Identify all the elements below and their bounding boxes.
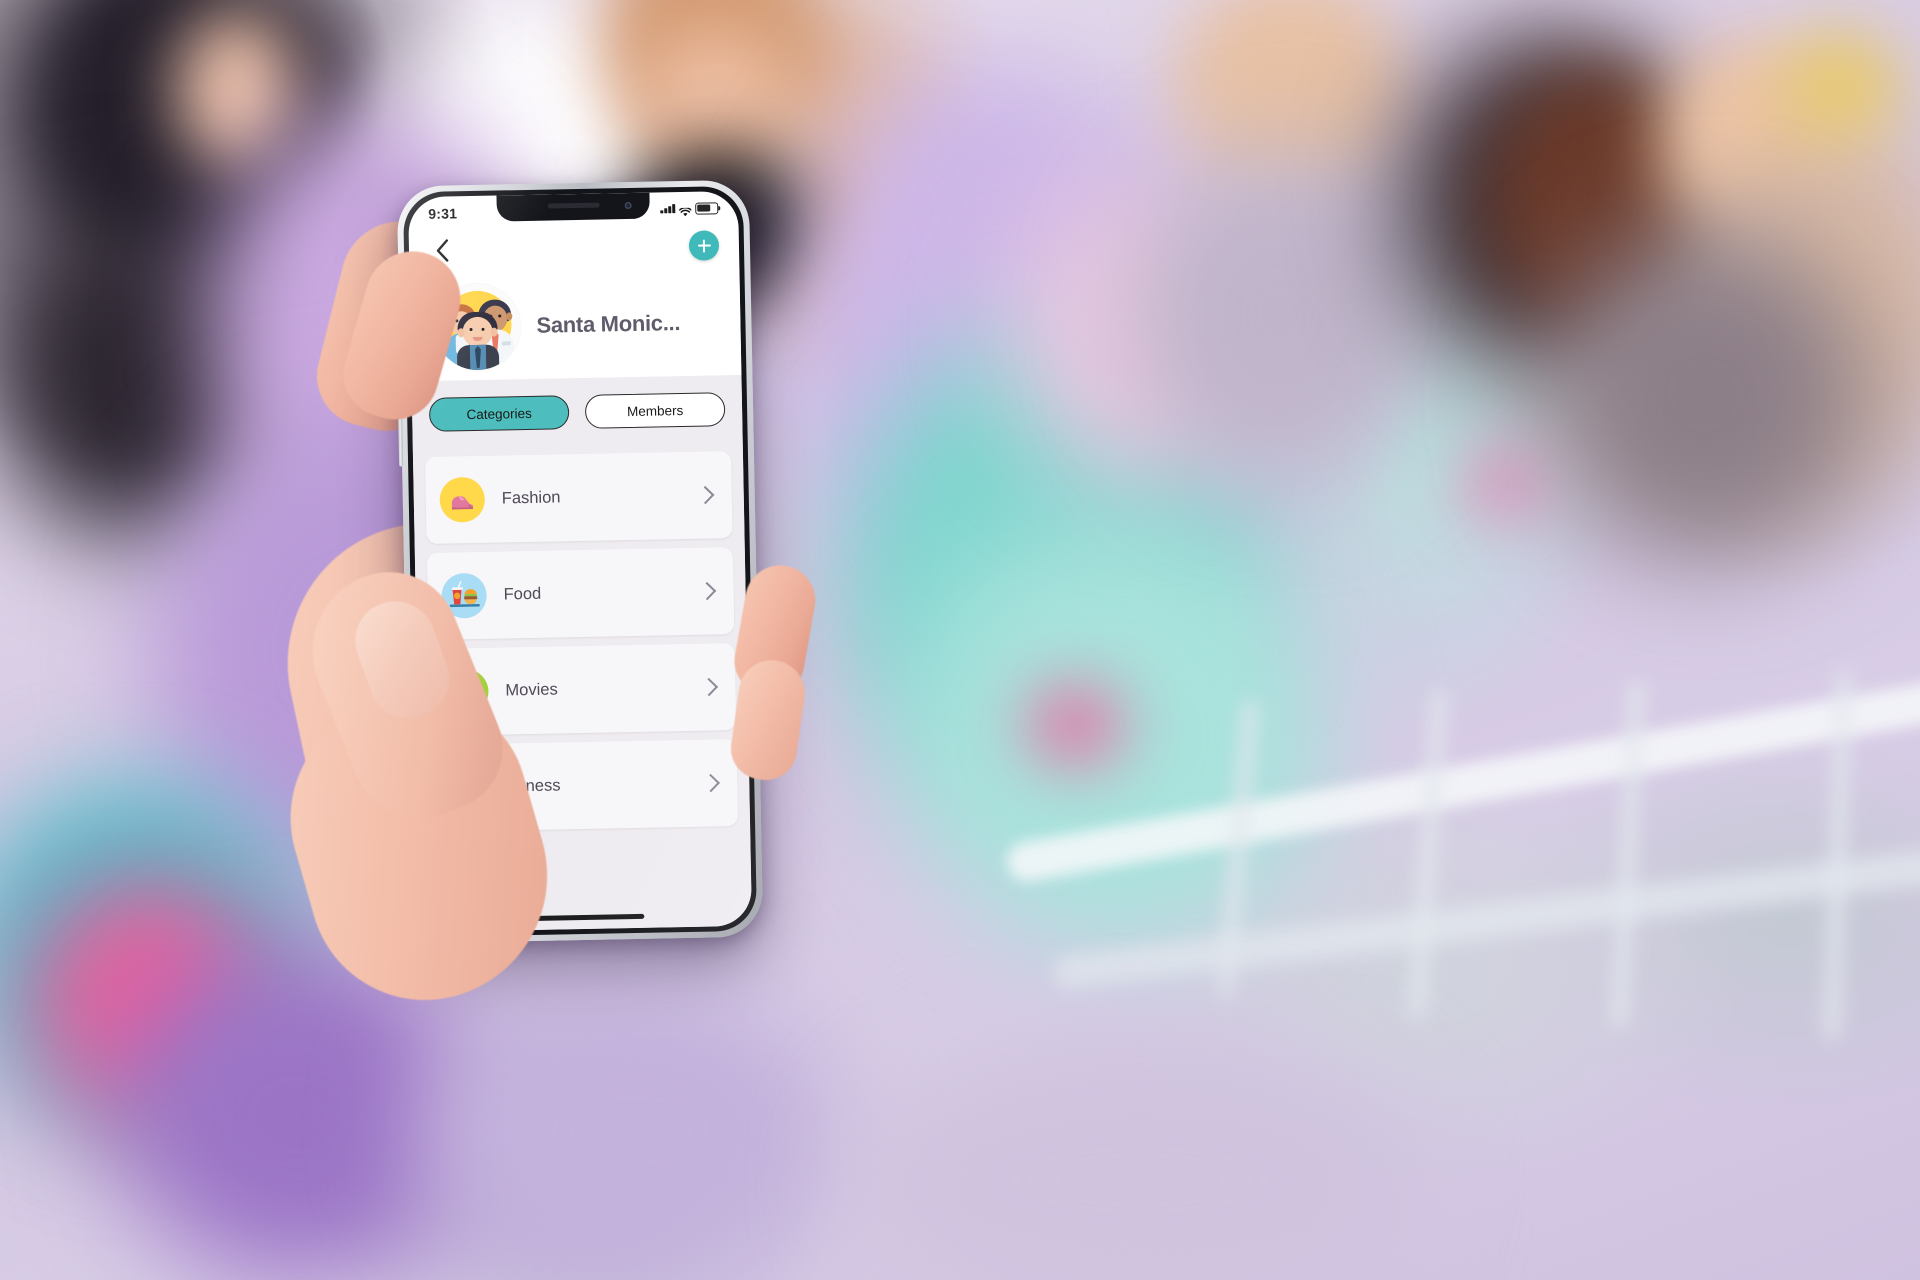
earpiece-speaker xyxy=(547,202,600,209)
tab-members-label: Members xyxy=(626,402,684,419)
list-item-label: Movies xyxy=(505,680,558,700)
list-item[interactable]: Fashion xyxy=(424,451,733,544)
phone-button-volume-down[interactable] xyxy=(398,418,404,467)
tab-categories-label: Categories xyxy=(466,405,532,422)
bokeh-bottom-center xyxy=(420,980,840,1280)
add-button[interactable] xyxy=(688,230,720,261)
high-heel-shoe-icon xyxy=(439,476,486,523)
bokeh-person-left-face xyxy=(176,10,296,170)
avatar-person-front xyxy=(456,311,500,371)
screenshot-stage: 9:31 Santa Monic... Categories Members F… xyxy=(0,0,1920,1280)
tab-bar: Categories Members xyxy=(411,374,743,450)
bokeh-pink-accent xyxy=(1470,460,1530,510)
bokeh-person-bald-body xyxy=(1130,150,1430,480)
navigation-bar xyxy=(409,221,740,275)
bokeh-pink-accent-2 xyxy=(1030,690,1120,760)
status-bar-clock: 9:31 xyxy=(428,204,458,222)
battery-icon xyxy=(695,201,719,215)
status-bar-icons xyxy=(660,201,719,217)
bokeh-crowd-yellow xyxy=(1780,30,1900,140)
background-photo xyxy=(0,0,1920,1280)
list-item[interactable]: Food xyxy=(426,547,735,640)
group-header: Santa Monic... xyxy=(409,268,742,382)
phone-notch xyxy=(496,192,650,222)
list-item-label: Fashion xyxy=(501,488,561,508)
group-title: Santa Monic... xyxy=(536,310,681,338)
tab-categories[interactable]: Categories xyxy=(428,395,570,432)
tab-members[interactable]: Members xyxy=(584,392,726,429)
bokeh-crowd-right-3 xyxy=(1540,230,1870,560)
list-item-label: Fitness xyxy=(507,776,561,796)
wifi-icon xyxy=(678,204,692,217)
list-item-label: Food xyxy=(503,584,542,604)
signal-icon xyxy=(660,204,676,214)
plus-icon xyxy=(697,239,710,252)
front-camera-icon xyxy=(624,201,632,210)
